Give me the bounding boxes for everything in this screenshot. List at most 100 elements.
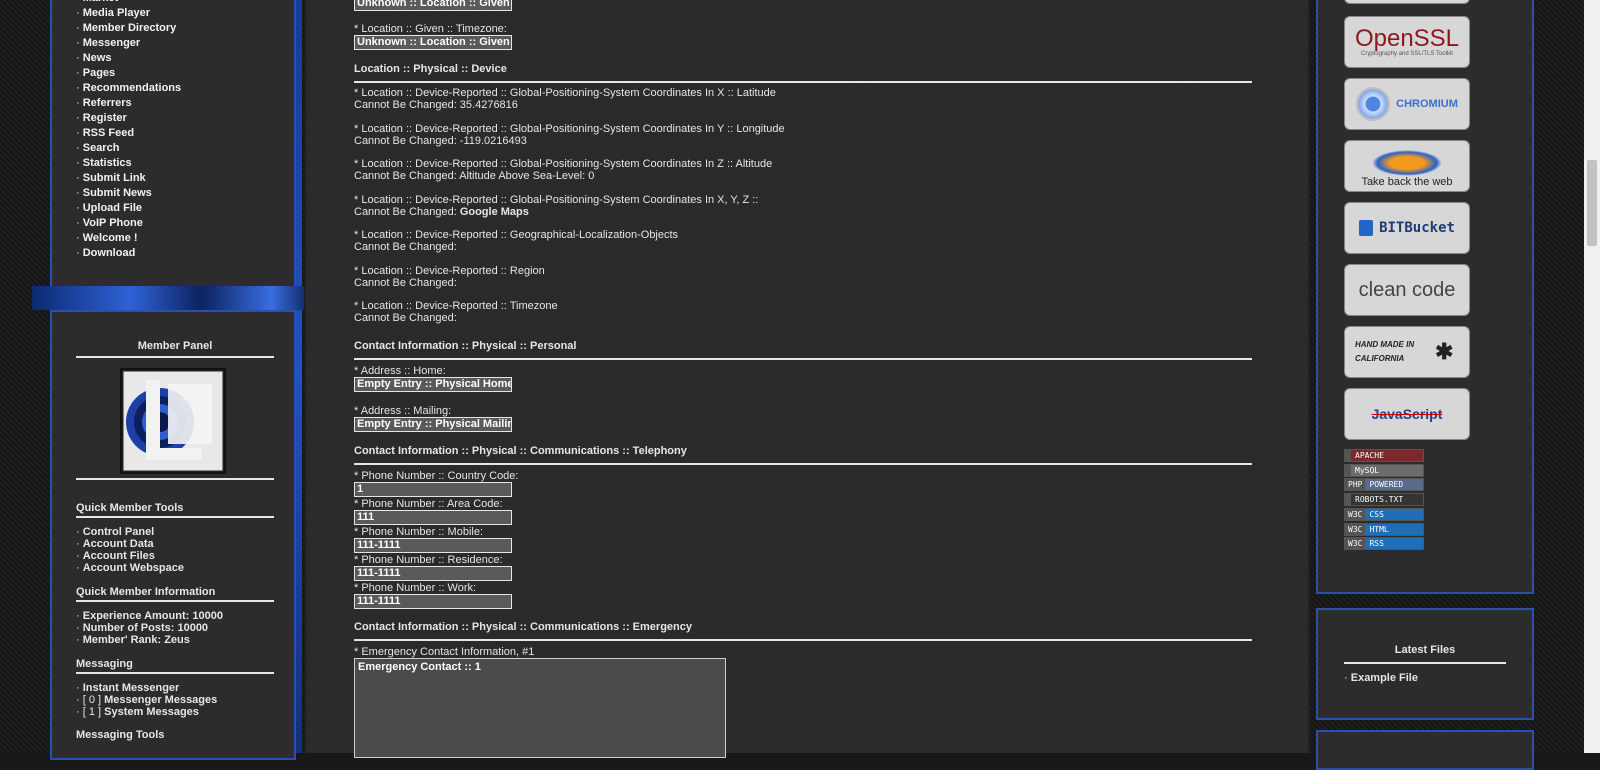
phone-label: * Phone Number :: Mobile:: [354, 526, 484, 538]
menu-item-download[interactable]: Download: [76, 246, 181, 261]
menu-item-news[interactable]: News: [76, 51, 181, 66]
device-row-value: Cannot Be Changed:: [354, 277, 457, 289]
scrollbar-thumb[interactable]: [1587, 160, 1597, 246]
firefox-badge[interactable]: Take back the web: [1344, 140, 1470, 192]
quick-tool-link[interactable]: Account Data: [76, 538, 184, 550]
javascript-badge[interactable]: JavaScript: [1344, 388, 1470, 440]
menu-item-register[interactable]: Register: [76, 111, 181, 126]
mini-badge-apache[interactable]: APACHE: [1344, 449, 1424, 462]
device-row-value: Cannot Be Changed: 35.4276816: [354, 99, 518, 111]
location-given-field[interactable]: Unknown :: Location :: Given: [354, 0, 512, 11]
divider: [76, 478, 274, 480]
mini-badge-label: CSS: [1369, 509, 1384, 519]
phone-label: * Phone Number :: Work:: [354, 582, 477, 594]
mini-badge-prefix: PHP: [1345, 479, 1366, 491]
emergency-contact-textarea[interactable]: Emergency Contact :: 1: [354, 658, 726, 758]
menu-item-media-player[interactable]: Media Player: [76, 6, 181, 21]
phone-field[interactable]: 111-1111: [354, 594, 512, 609]
phone-field[interactable]: 111: [354, 510, 512, 525]
messaging-link[interactable]: [ 0 ] Messenger Messages: [76, 694, 218, 706]
latest-files-title: Latest Files: [1394, 644, 1456, 656]
mini-badge-label: MySQL: [1355, 465, 1380, 475]
mini-badge-html[interactable]: W3C HTML: [1344, 522, 1424, 536]
telephony-heading-text: Contact Information :: Physical :: Commu…: [354, 445, 687, 457]
avatar[interactable]: [120, 368, 226, 474]
emergency-heading: Contact Information :: Physical :: Commu…: [354, 621, 1252, 641]
menu-item-statistics[interactable]: Statistics: [76, 156, 181, 171]
divider: [76, 600, 274, 602]
device-row-value: Cannot Be Changed: Altitude Above Sea-Le…: [354, 170, 594, 182]
file-link[interactable]: Example File: [1344, 672, 1418, 684]
quick-tools-title: Quick Member Tools: [76, 502, 184, 514]
javascript-badge-label: JavaScript: [1371, 406, 1443, 422]
device-row-label: * Location :: Device-Reported :: Region: [354, 264, 545, 277]
latest-files-panel: Latest Files Example File: [1316, 608, 1534, 720]
mini-badge-label: ROBOTS.TXT: [1355, 495, 1404, 505]
mini-badge-css[interactable]: W3C CSS: [1344, 507, 1424, 521]
phone-field[interactable]: 1: [354, 482, 512, 497]
mini-badge-label: HTML: [1369, 524, 1389, 534]
menu-item-submit-link[interactable]: Submit Link: [76, 171, 181, 186]
device-row-label: * Location :: Device-Reported :: Global-…: [354, 122, 785, 135]
divider: [1344, 662, 1506, 664]
quick-info-list: Experience Amount: 10000Number of Posts:…: [76, 610, 223, 646]
menu-item-member-directory[interactable]: Member Directory: [76, 21, 181, 36]
next-panel: [1316, 730, 1534, 770]
badge-partial[interactable]: [1344, 0, 1470, 4]
quick-tool-link[interactable]: Account Webspace: [76, 562, 184, 574]
site-menu: MarketMedia PlayerMember DirectoryMessen…: [76, 0, 181, 261]
menu-item-recommendations[interactable]: Recommendations: [76, 81, 181, 96]
menu-item-pages[interactable]: Pages: [76, 66, 181, 81]
quick-tool-link[interactable]: Account Files: [76, 550, 184, 562]
right-sidebar: OpenSSL Cryptography and SSL/TLS Toolkit…: [1316, 0, 1536, 770]
latest-files-list: Example File: [1344, 672, 1418, 684]
bitbucket-badge[interactable]: BITBucket: [1344, 202, 1470, 254]
mini-badge-powered[interactable]: PHP POWERED: [1344, 478, 1424, 492]
menu-item-search[interactable]: Search: [76, 141, 181, 156]
mini-badge-prefix: W3C: [1345, 538, 1366, 550]
messaging-list: Instant Messenger[ 0 ] Messenger Message…: [76, 682, 218, 718]
google-maps-link[interactable]: Google Maps: [460, 206, 529, 218]
mailing-address-label: * Address :: Mailing:: [354, 405, 452, 417]
device-row-label: * Location :: Device-Reported :: Global-…: [354, 87, 776, 99]
messaging-link[interactable]: [ 1 ] System Messages: [76, 706, 217, 718]
menu-item-referrers[interactable]: Referrers: [76, 96, 181, 111]
menu-item-rss-feed[interactable]: RSS Feed: [76, 126, 181, 141]
device-row-value: Cannot Be Changed:: [354, 241, 457, 253]
mini-badge-rss[interactable]: W3C RSS: [1344, 537, 1424, 551]
message-count: [ 0 ]: [82, 694, 105, 706]
mini-badge-mysql[interactable]: MySQL: [1344, 463, 1424, 477]
menu-item-submit-news[interactable]: Submit News: [76, 186, 181, 201]
member-panel-title: Member Panel: [137, 340, 213, 352]
divider: [76, 356, 274, 358]
quick-info-item: Member' Rank: Zeus: [76, 634, 223, 646]
openssl-badge-sublabel: Cryptography and SSL/TLS Toolkit: [1361, 51, 1453, 57]
quick-tool-link[interactable]: Control Panel: [76, 526, 184, 538]
handmade-california-badge[interactable]: HAND MADE IN CALIFORNIA ✱: [1344, 326, 1470, 378]
page-scrollbar[interactable]: [1584, 0, 1600, 753]
messaging-link[interactable]: Instant Messenger: [76, 682, 217, 694]
clean-code-badge[interactable]: clean code: [1344, 264, 1470, 316]
chromium-badge[interactable]: CHROMIUM: [1344, 78, 1470, 130]
device-heading: Location :: Physical :: Device: [354, 63, 1252, 83]
device-row-label: * Location :: Device-Reported :: Timezon…: [354, 300, 558, 312]
device-row-value: Cannot Be Changed: -119.0216493: [354, 135, 527, 147]
phone-label: * Phone Number :: Area Code:: [354, 498, 503, 510]
timezone-field[interactable]: Unknown :: Location :: Given: [354, 35, 512, 50]
phone-field[interactable]: 111-1111: [354, 538, 512, 553]
mini-badge-robots-txt[interactable]: ROBOTS.TXT: [1344, 493, 1424, 507]
mini-badge-label: APACHE: [1355, 451, 1384, 460]
mailing-address-field[interactable]: Empty Entry :: Physical Mailing: [354, 417, 512, 432]
openssl-badge[interactable]: OpenSSL Cryptography and SSL/TLS Toolkit: [1344, 16, 1470, 68]
home-address-label: * Address :: Home:: [354, 365, 446, 377]
device-row-label: * Location :: Device-Reported :: Geograp…: [354, 229, 679, 241]
messaging-link-label: Messenger Messages: [104, 694, 218, 706]
menu-item-upload-file[interactable]: Upload File: [76, 201, 181, 216]
menu-item-welcome[interactable]: Welcome !: [76, 231, 181, 246]
menu-item-messenger[interactable]: Messenger: [76, 36, 181, 51]
chromium-badge-label: CHROMIUM: [1396, 98, 1458, 110]
home-address-field[interactable]: Empty Entry :: Physical Home: [354, 377, 512, 392]
phone-field[interactable]: 111-1111: [354, 566, 512, 581]
mini-badge-prefix: W3C: [1345, 523, 1366, 535]
menu-item-voip-phone[interactable]: VoIP Phone: [76, 216, 181, 231]
